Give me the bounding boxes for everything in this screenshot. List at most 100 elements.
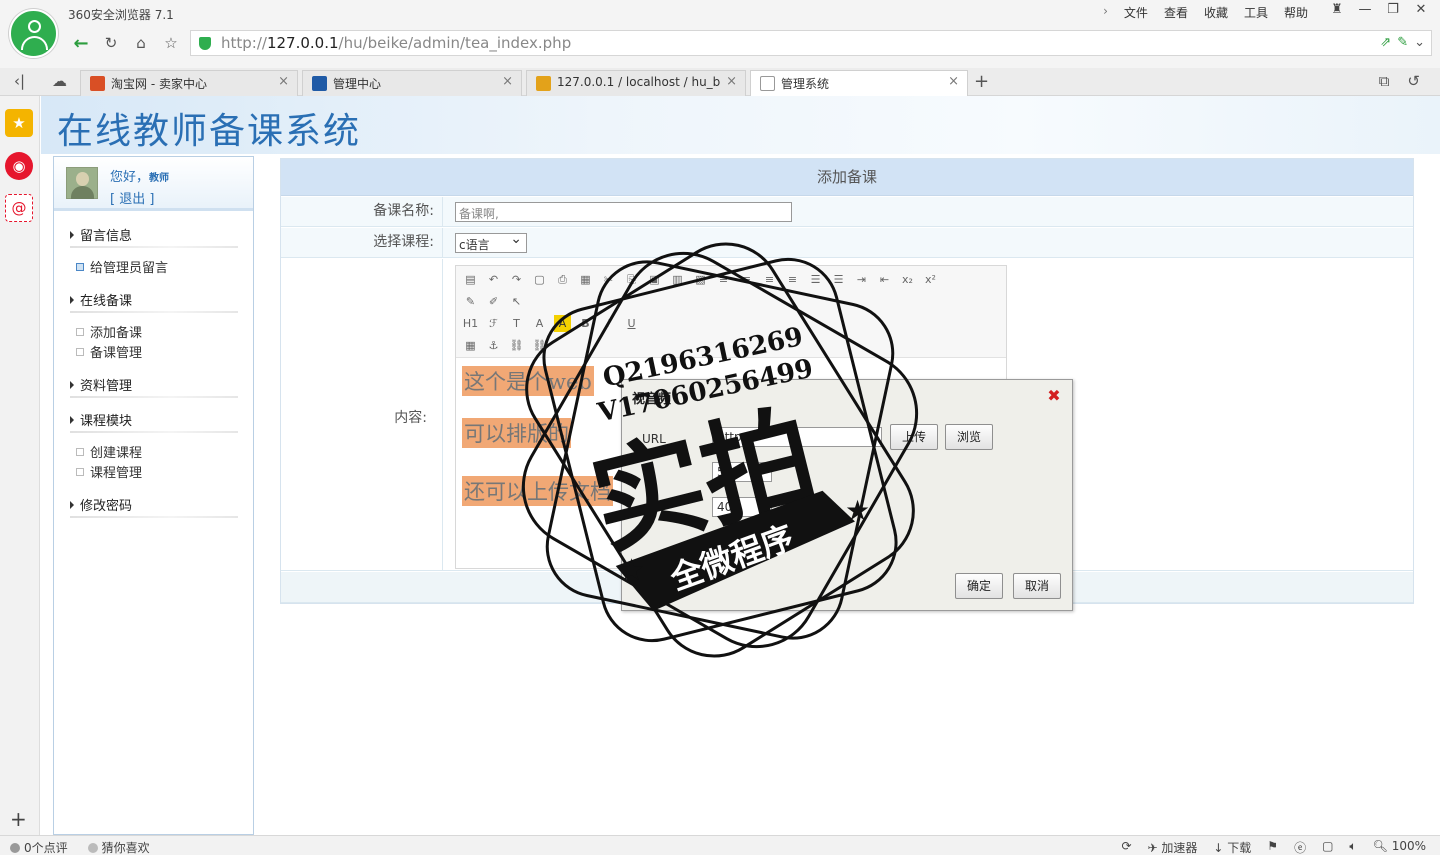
- font-size-icon[interactable]: T: [508, 315, 525, 332]
- close-window-button[interactable]: ✕: [1412, 2, 1430, 17]
- upload-button[interactable]: 上传: [890, 424, 938, 450]
- pointer-icon[interactable]: ↖: [508, 293, 525, 310]
- favorites-star-icon[interactable]: ★: [5, 109, 33, 137]
- copy-icon[interactable]: ⎘: [623, 271, 640, 288]
- menu-item-manage-lessons[interactable]: 备课管理: [76, 342, 142, 361]
- close-tab-icon[interactable]: ×: [948, 74, 959, 89]
- ordered-list-icon[interactable]: ☰: [807, 271, 824, 288]
- download-button[interactable]: ↓ 下载: [1213, 839, 1251, 855]
- sidebar-toggle-icon[interactable]: ‹|: [14, 72, 25, 90]
- underline-icon[interactable]: U: [623, 315, 640, 332]
- browse-button[interactable]: 浏览: [945, 424, 993, 450]
- menu-help[interactable]: 帮助: [1284, 4, 1308, 21]
- minimize-button[interactable]: —: [1356, 2, 1374, 17]
- logout-link[interactable]: [ 退出 ]: [110, 188, 154, 207]
- menu-item-create-course[interactable]: 创建课程: [76, 442, 142, 461]
- align-right-icon[interactable]: ≡: [761, 271, 778, 288]
- menu-group-materials[interactable]: 资料管理: [70, 375, 238, 398]
- new-tab-button[interactable]: +: [974, 71, 989, 92]
- paste-text-icon[interactable]: ▥: [669, 271, 686, 288]
- tab-phpmyadmin[interactable]: 127.0.0.1 / localhost / hu_b ×: [526, 70, 746, 96]
- menu-favorites[interactable]: 收藏: [1204, 4, 1228, 21]
- print-icon[interactable]: ⎙: [554, 271, 571, 288]
- highlight-icon[interactable]: A: [554, 315, 571, 332]
- tab-list-icon[interactable]: ⧉: [1379, 72, 1390, 90]
- unlink-icon[interactable]: ⛓: [531, 337, 548, 354]
- link-icon[interactable]: ⛓: [508, 337, 525, 354]
- font-color-icon[interactable]: A: [531, 315, 548, 332]
- share-icon[interactable]: ⇗: [1380, 35, 1391, 50]
- clear-format-icon[interactable]: ✎: [462, 293, 479, 310]
- star-icon[interactable]: ☆: [156, 34, 186, 52]
- user-account-icon[interactable]: [9, 9, 58, 58]
- cut-icon[interactable]: ✂: [600, 271, 617, 288]
- cancel-button[interactable]: 取消: [1013, 573, 1061, 599]
- italic-icon[interactable]: I: [600, 315, 617, 332]
- media-url-input[interactable]: http: [712, 427, 882, 447]
- menu-file[interactable]: 文件: [1124, 4, 1148, 21]
- url-text[interactable]: http://127.0.0.1/hu/beike/admin/tea_inde…: [221, 34, 571, 52]
- align-justify-icon[interactable]: ≡: [784, 271, 801, 288]
- close-icon[interactable]: ✖: [1046, 388, 1062, 404]
- lesson-name-input[interactable]: 备课啊,: [455, 202, 792, 222]
- menu-group-lesson-prep[interactable]: 在线备课: [70, 290, 238, 313]
- paste-word-icon[interactable]: ▧: [692, 271, 709, 288]
- course-select[interactable]: c语言: [455, 231, 527, 253]
- cloud-icon[interactable]: ☁: [52, 72, 67, 90]
- paste-icon[interactable]: ▣: [646, 271, 663, 288]
- superscript-icon[interactable]: x²: [922, 271, 939, 288]
- chevron-right-icon[interactable]: ›: [1103, 4, 1108, 21]
- close-tab-icon[interactable]: ×: [278, 74, 289, 89]
- undo-icon[interactable]: ↶: [485, 271, 502, 288]
- align-center-icon[interactable]: ≡: [738, 271, 755, 288]
- indent-icon[interactable]: ⇥: [853, 271, 870, 288]
- close-tab-icon[interactable]: ×: [502, 74, 513, 89]
- ok-button[interactable]: 确定: [955, 573, 1003, 599]
- comments-status[interactable]: 0个点评: [10, 839, 68, 855]
- home-icon[interactable]: ⌂: [126, 34, 156, 52]
- tab-admin-center[interactable]: 管理中心 ×: [302, 70, 522, 96]
- template-icon[interactable]: ▦: [577, 271, 594, 288]
- ie-icon[interactable]: ⓔ: [1294, 839, 1306, 855]
- anchor-icon[interactable]: ⚓: [485, 337, 502, 354]
- menu-group-messages[interactable]: 留言信息: [70, 225, 238, 248]
- compat-mode-icon[interactable]: ✎: [1397, 35, 1408, 50]
- unordered-list-icon[interactable]: ☰: [830, 271, 847, 288]
- preview-icon[interactable]: ▢: [531, 271, 548, 288]
- font-family-icon[interactable]: ℱ: [485, 315, 502, 332]
- menu-tools[interactable]: 工具: [1244, 4, 1268, 21]
- zoom-button[interactable]: 🔍︎ 100%: [1373, 839, 1426, 855]
- heading-icon[interactable]: H1: [462, 315, 479, 332]
- menu-item-manage-courses[interactable]: 课程管理: [76, 462, 142, 481]
- redo-icon[interactable]: ↷: [508, 271, 525, 288]
- media-width-input[interactable]: 550: [712, 462, 772, 482]
- refresh-icon[interactable]: ↻: [96, 34, 126, 52]
- sound-icon[interactable]: 🔈︎: [1349, 839, 1356, 855]
- menu-item-add-lesson[interactable]: 添加备课: [76, 322, 142, 341]
- menu-group-courses[interactable]: 课程模块: [70, 410, 238, 433]
- accelerator-button[interactable]: ✈ 加速器: [1148, 839, 1198, 855]
- close-tab-icon[interactable]: ×: [726, 74, 737, 89]
- tab-taobao[interactable]: 淘宝网 - 卖家中心 ×: [80, 70, 298, 96]
- add-sidebar-item-icon[interactable]: +: [10, 807, 27, 831]
- table-icon[interactable]: ▦: [462, 337, 479, 354]
- restore-button[interactable]: ❐: [1384, 2, 1402, 17]
- tab-management-system[interactable]: 管理系统 ×: [750, 70, 968, 97]
- back-icon[interactable]: ←: [66, 33, 96, 54]
- mail-icon[interactable]: @: [5, 194, 33, 222]
- outdent-icon[interactable]: ⇤: [876, 271, 893, 288]
- menu-group-change-password[interactable]: 修改密码: [70, 495, 238, 518]
- subscript-icon[interactable]: x₂: [899, 271, 916, 288]
- select-all-icon[interactable]: ✐: [485, 293, 502, 310]
- align-left-icon[interactable]: ≡: [715, 271, 732, 288]
- bold-icon[interactable]: B: [577, 315, 594, 332]
- chevron-down-icon[interactable]: ⌄: [1414, 35, 1425, 50]
- menu-item-message-admin[interactable]: 给管理员留言: [76, 257, 168, 276]
- address-bar[interactable]: http://127.0.0.1/hu/beike/admin/tea_inde…: [190, 30, 1432, 56]
- flag-icon[interactable]: ⚑: [1267, 839, 1278, 855]
- undo-close-icon[interactable]: ↺: [1407, 72, 1420, 90]
- menu-view[interactable]: 查看: [1164, 4, 1188, 21]
- weibo-icon[interactable]: ◉: [5, 152, 33, 180]
- shirt-icon[interactable]: ♜: [1328, 2, 1346, 17]
- source-icon[interactable]: ▤: [462, 271, 479, 288]
